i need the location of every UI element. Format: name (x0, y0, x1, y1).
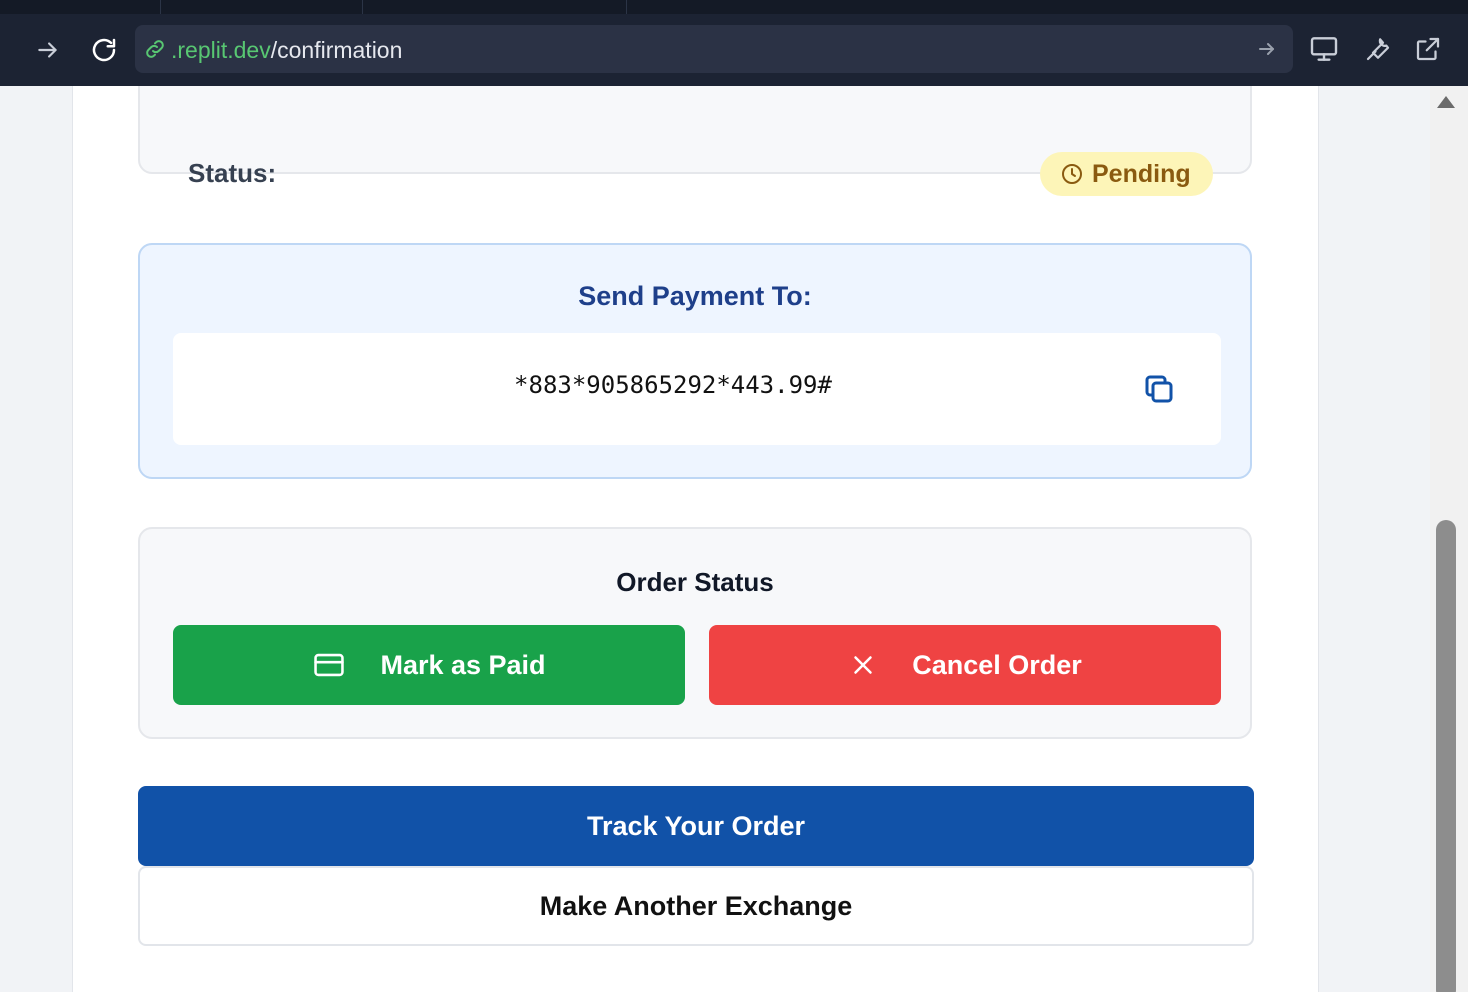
status-section: Status: Pending (138, 86, 1252, 196)
address-bar[interactable]: .replit.dev/confirmation (135, 25, 1293, 73)
confirmation-card: Status: Pending Send Payment To: *883*90… (72, 86, 1319, 992)
tab[interactable] (626, 0, 637, 14)
page-viewport: Status: Pending Send Payment To: *883*90… (0, 86, 1468, 992)
devices-icon (1310, 37, 1338, 61)
clock-icon (1062, 164, 1082, 184)
payment-code: *883*905865292*443.99# (514, 371, 832, 399)
mark-as-paid-button[interactable]: Mark as Paid (173, 625, 685, 705)
tools-button[interactable] (1360, 30, 1396, 68)
open-external-icon (1416, 37, 1440, 61)
payment-title: Send Payment To: (578, 281, 812, 311)
status-label: Status: (188, 158, 277, 188)
cancel-order-label: Cancel Order (912, 649, 1082, 680)
tab[interactable] (160, 0, 361, 14)
open-external-button[interactable] (1410, 30, 1446, 68)
order-status-section: Order Status Mark as Paid Cancel Order (138, 527, 1252, 739)
track-order-button[interactable]: Track Your Order (138, 786, 1254, 866)
make-another-exchange-button[interactable]: Make Another Exchange (138, 866, 1254, 946)
reload-icon (92, 38, 116, 62)
reload-button[interactable] (84, 30, 124, 70)
payment-code-box: *883*905865292*443.99# (173, 333, 1221, 445)
scroll-up-icon[interactable] (1437, 96, 1455, 108)
browser-toolbar: .replit.dev/confirmation (0, 0, 1468, 86)
wrench-icon (1366, 38, 1390, 61)
mark-as-paid-label: Mark as Paid (380, 649, 546, 680)
copy-button[interactable] (1141, 371, 1177, 407)
url-text[interactable]: .replit.dev/confirmation (171, 37, 402, 63)
forward-icon (38, 42, 57, 58)
url-path: /confirmation (270, 37, 403, 63)
status-badge-text: Pending (1092, 159, 1191, 188)
copy-icon (1145, 375, 1173, 403)
status-badge: Pending (1040, 152, 1213, 196)
close-icon (854, 656, 872, 674)
forward-button[interactable] (28, 30, 68, 70)
tab-strip (0, 0, 1468, 14)
tab[interactable] (362, 0, 625, 14)
url-domain: .replit.dev (171, 37, 271, 63)
order-status-title: Order Status (616, 567, 774, 597)
devices-button[interactable] (1306, 30, 1342, 68)
link-icon (146, 40, 164, 58)
credit-card-icon (314, 653, 345, 677)
scrollbar-thumb[interactable] (1436, 520, 1456, 992)
go-arrow-icon[interactable] (1255, 37, 1279, 61)
scrollbar[interactable] (1430, 86, 1468, 992)
cancel-order-button[interactable]: Cancel Order (709, 625, 1221, 705)
payment-section: Send Payment To: *883*905865292*443.99# (138, 243, 1252, 479)
